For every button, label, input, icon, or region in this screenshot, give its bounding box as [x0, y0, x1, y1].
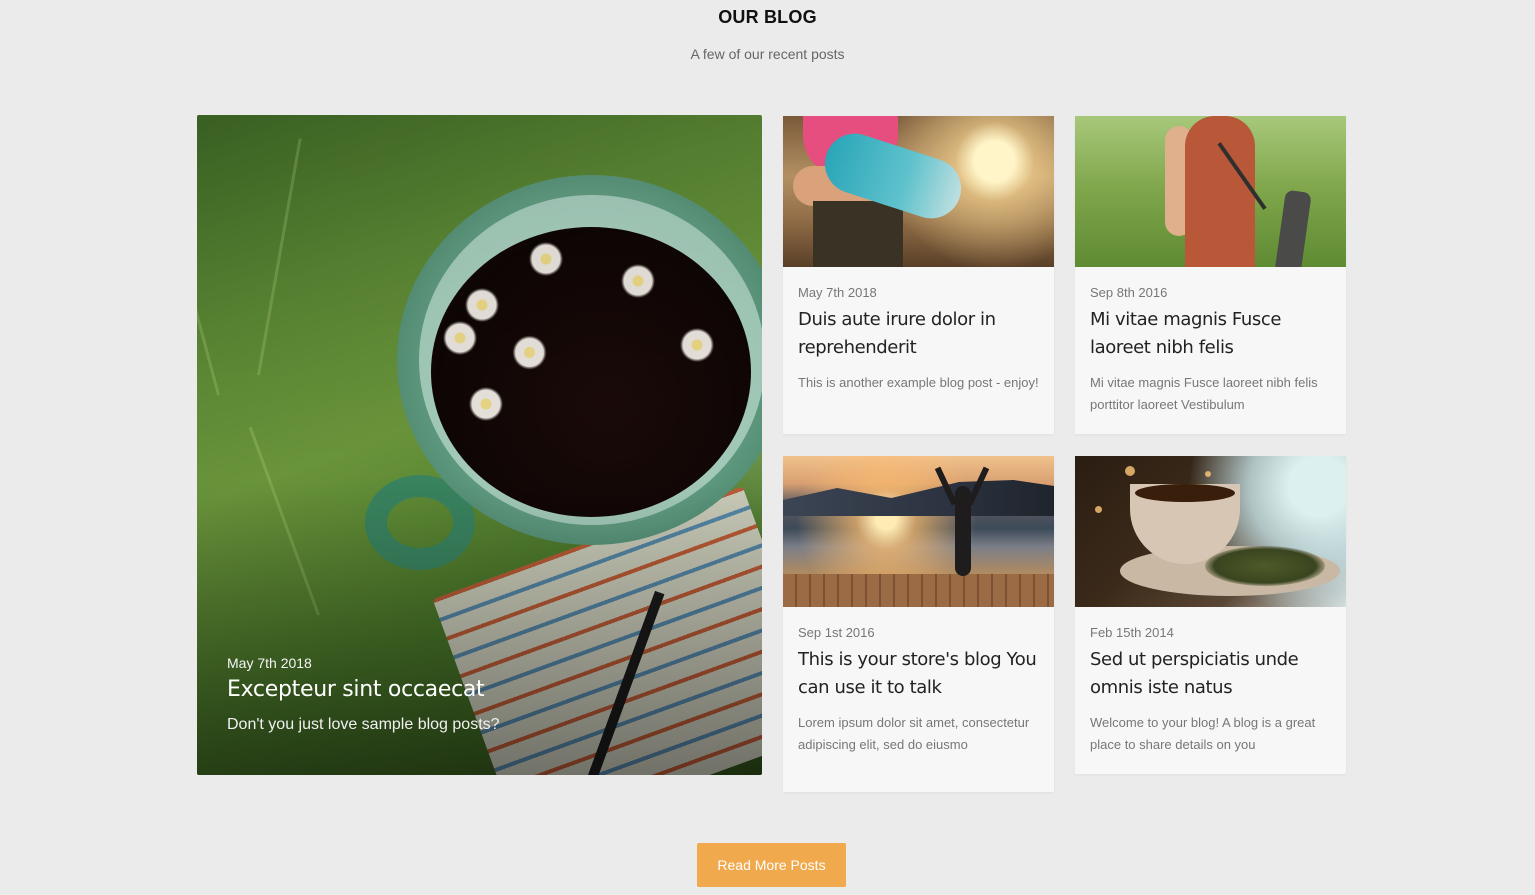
blog-post-card[interactable]: May 7th 2018 Duis aute irure dolor in re…: [783, 116, 1054, 434]
blog-post-card[interactable]: Feb 15th 2014 Sed ut perspiciatis unde o…: [1075, 456, 1346, 774]
card-body: Feb 15th 2014 Sed ut perspiciatis unde o…: [1075, 607, 1346, 776]
featured-post-text: May 7th 2018 Excepteur sint occaecat Don…: [227, 655, 727, 734]
post-excerpt: Mi vitae magnis Fusce laoreet nibh felis…: [1090, 375, 1318, 412]
photo-detail: [783, 574, 1054, 607]
blog-post-card[interactable]: Sep 8th 2016 Mi vitae magnis Fusce laore…: [1075, 116, 1346, 434]
post-excerpt: Lorem ipsum dolor sit amet, consectetur …: [798, 715, 1030, 752]
photo-detail: [1274, 189, 1312, 267]
post-title[interactable]: This is your store's blog You can use it…: [798, 646, 1039, 702]
post-date: Feb 15th 2014: [1090, 625, 1174, 640]
post-image[interactable]: [1075, 116, 1346, 267]
post-date: May 7th 2018: [798, 285, 877, 300]
post-excerpt: This is another example blog post - enjo…: [798, 375, 1039, 390]
post-date: Sep 1st 2016: [798, 625, 875, 640]
card-body: Sep 8th 2016 Mi vitae magnis Fusce laore…: [1075, 267, 1346, 436]
tea-cup-photo: [1075, 456, 1346, 607]
photo-detail: [1135, 484, 1235, 502]
yoga-mat-photo: [783, 116, 1054, 267]
post-excerpt: Welcome to your blog! A blog is a great …: [1090, 715, 1316, 752]
photo-detail: [813, 201, 903, 267]
photo-detail: [1095, 506, 1102, 513]
post-title[interactable]: Sed ut perspiciatis unde omnis iste natu…: [1090, 646, 1331, 702]
card-body: Sep 1st 2016 This is your store's blog Y…: [783, 607, 1054, 776]
featured-post-card[interactable]: May 7th 2018 Excepteur sint occaecat Don…: [197, 115, 762, 775]
post-image[interactable]: [1075, 456, 1346, 607]
blog-post-card[interactable]: Sep 1st 2016 This is your store's blog Y…: [783, 456, 1054, 792]
post-title[interactable]: Mi vitae magnis Fusce laoreet nibh felis: [1090, 306, 1331, 362]
section-subtitle: A few of our recent posts: [690, 46, 845, 62]
photo-detail: [1205, 546, 1325, 586]
post-date: Sep 8th 2016: [1090, 285, 1168, 300]
photo-detail: [955, 486, 971, 576]
featured-post-excerpt: Don't you just love sample blog posts?: [227, 716, 500, 733]
read-more-posts-button[interactable]: Read More Posts: [697, 843, 846, 887]
photo-detail: [783, 480, 1054, 516]
photo-detail: [1205, 471, 1211, 477]
post-image[interactable]: [783, 456, 1054, 607]
photo-detail: [1125, 466, 1135, 476]
photo-detail: [1185, 116, 1255, 267]
post-image[interactable]: [783, 116, 1054, 267]
post-title[interactable]: Duis aute irure dolor in reprehenderit: [798, 306, 1039, 362]
featured-post-title[interactable]: Excepteur sint occaecat: [227, 677, 727, 702]
card-body: May 7th 2018 Duis aute irure dolor in re…: [783, 267, 1054, 414]
lake-yoga-photo: [783, 456, 1054, 607]
featured-post-date: May 7th 2018: [227, 655, 312, 671]
section-title: OUR BLOG: [718, 7, 817, 27]
woman-with-yoga-mat-photo: [1075, 116, 1346, 267]
